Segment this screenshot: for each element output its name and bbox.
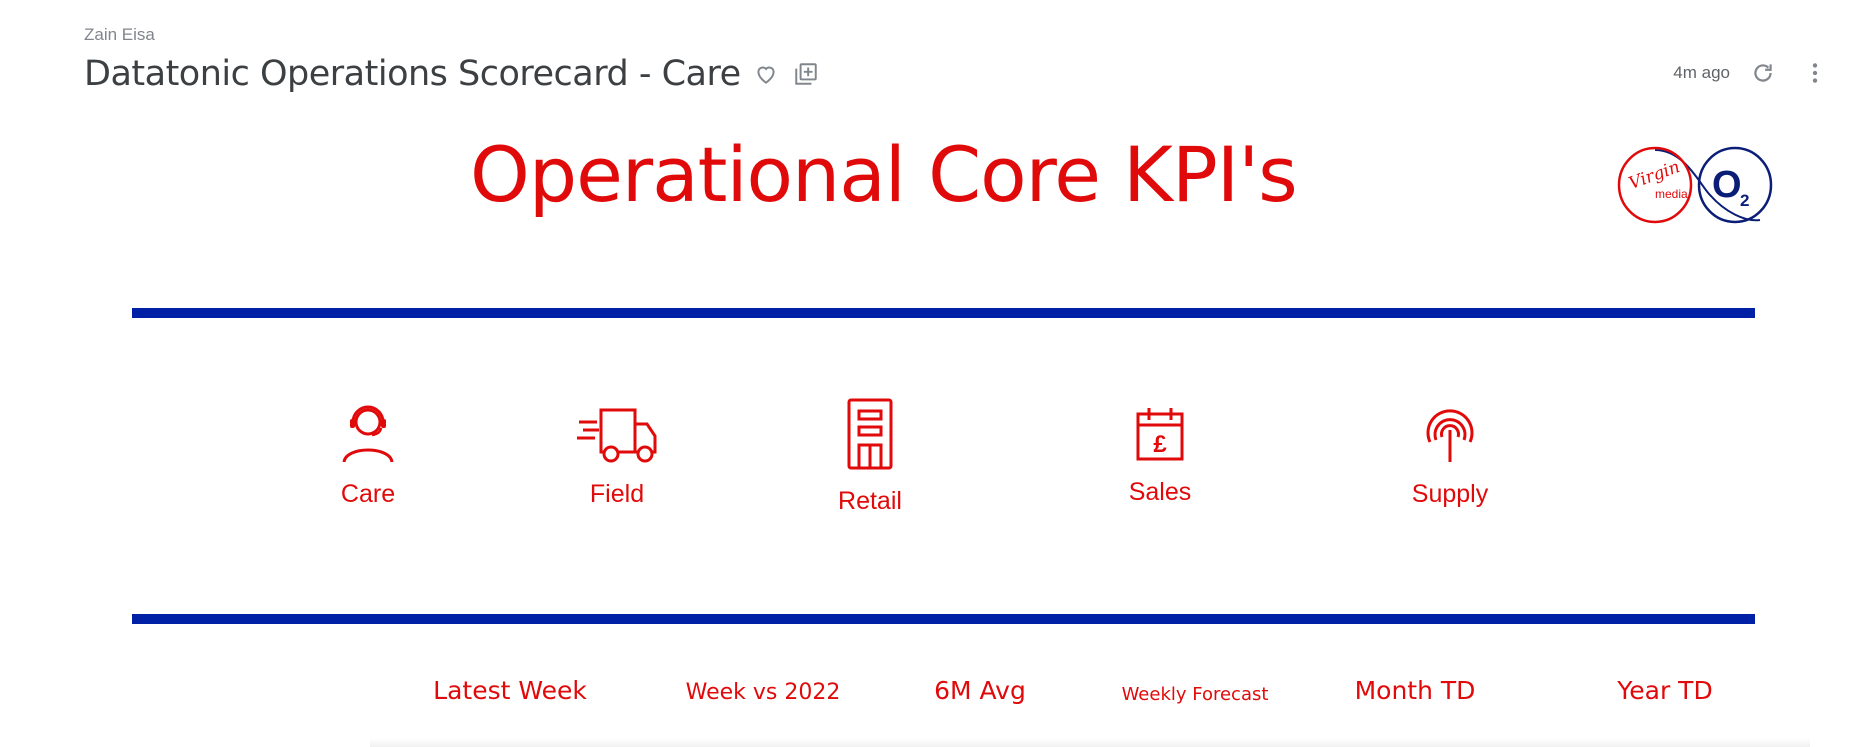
report-title-row: Datatonic Operations Scorecard - Care [84,52,821,96]
nav-item-care[interactable]: Care [318,402,418,509]
report-title: Datatonic Operations Scorecard - Care [84,54,741,94]
top-divider [132,308,1755,318]
column-header-week-vs-2022: Week vs 2022 [685,680,841,705]
nav-item-care-label: Care [340,480,396,508]
calendar-pound-icon: £ [1136,408,1184,461]
nav-item-retail-label: Retail [838,487,902,515]
more-vert-icon [1812,63,1818,83]
author-name: Zain Eisa [84,25,155,44]
refresh-icon [1754,64,1772,82]
kpi-banner-title: Operational Core KPI's [470,130,1298,219]
headset-agent-icon [342,405,394,463]
store-building-icon [847,398,893,470]
add-to-collection-button[interactable] [791,59,821,89]
nav-item-sales[interactable]: £ Sales [1110,406,1210,507]
virgin-media-o2-logo: Virgin media O 2 [1617,146,1773,224]
logo-o2-text: O [1712,164,1742,206]
nav-item-retail[interactable]: Retail [820,397,920,516]
column-header-year-td: Year TD [1617,676,1713,705]
delivery-van-icon [577,408,657,463]
column-header-6m-avg: 6M Avg [934,676,1026,705]
refresh-button[interactable] [1748,58,1778,88]
column-header-month-td: Month TD [1354,676,1476,705]
nav-item-supply-label: Supply [1411,480,1489,508]
nav-item-supply[interactable]: Supply [1400,402,1500,509]
bottom-divider [132,614,1755,624]
more-options-button[interactable] [1800,58,1830,88]
nav-item-field[interactable]: Field [567,402,667,509]
add-to-collection-icon [794,63,817,85]
signal-antenna-icon [1426,409,1474,462]
column-header-weekly-forecast: Weekly Forecast [1121,684,1269,705]
favorite-button[interactable] [751,59,781,89]
logo-o2-sub-text: 2 [1740,191,1749,210]
nav-item-sales-label: Sales [1128,478,1192,506]
logo-media-text: media [1655,187,1688,201]
svg-text:£: £ [1153,431,1167,458]
nav-item-field-label: Field [589,480,645,508]
column-header-latest-week: Latest Week [433,676,587,705]
scorecard-table-top-edge [370,738,1810,747]
last-updated-label: 4m ago [1673,63,1730,82]
header-actions: 4m ago [1673,58,1830,88]
heart-icon [757,66,775,84]
